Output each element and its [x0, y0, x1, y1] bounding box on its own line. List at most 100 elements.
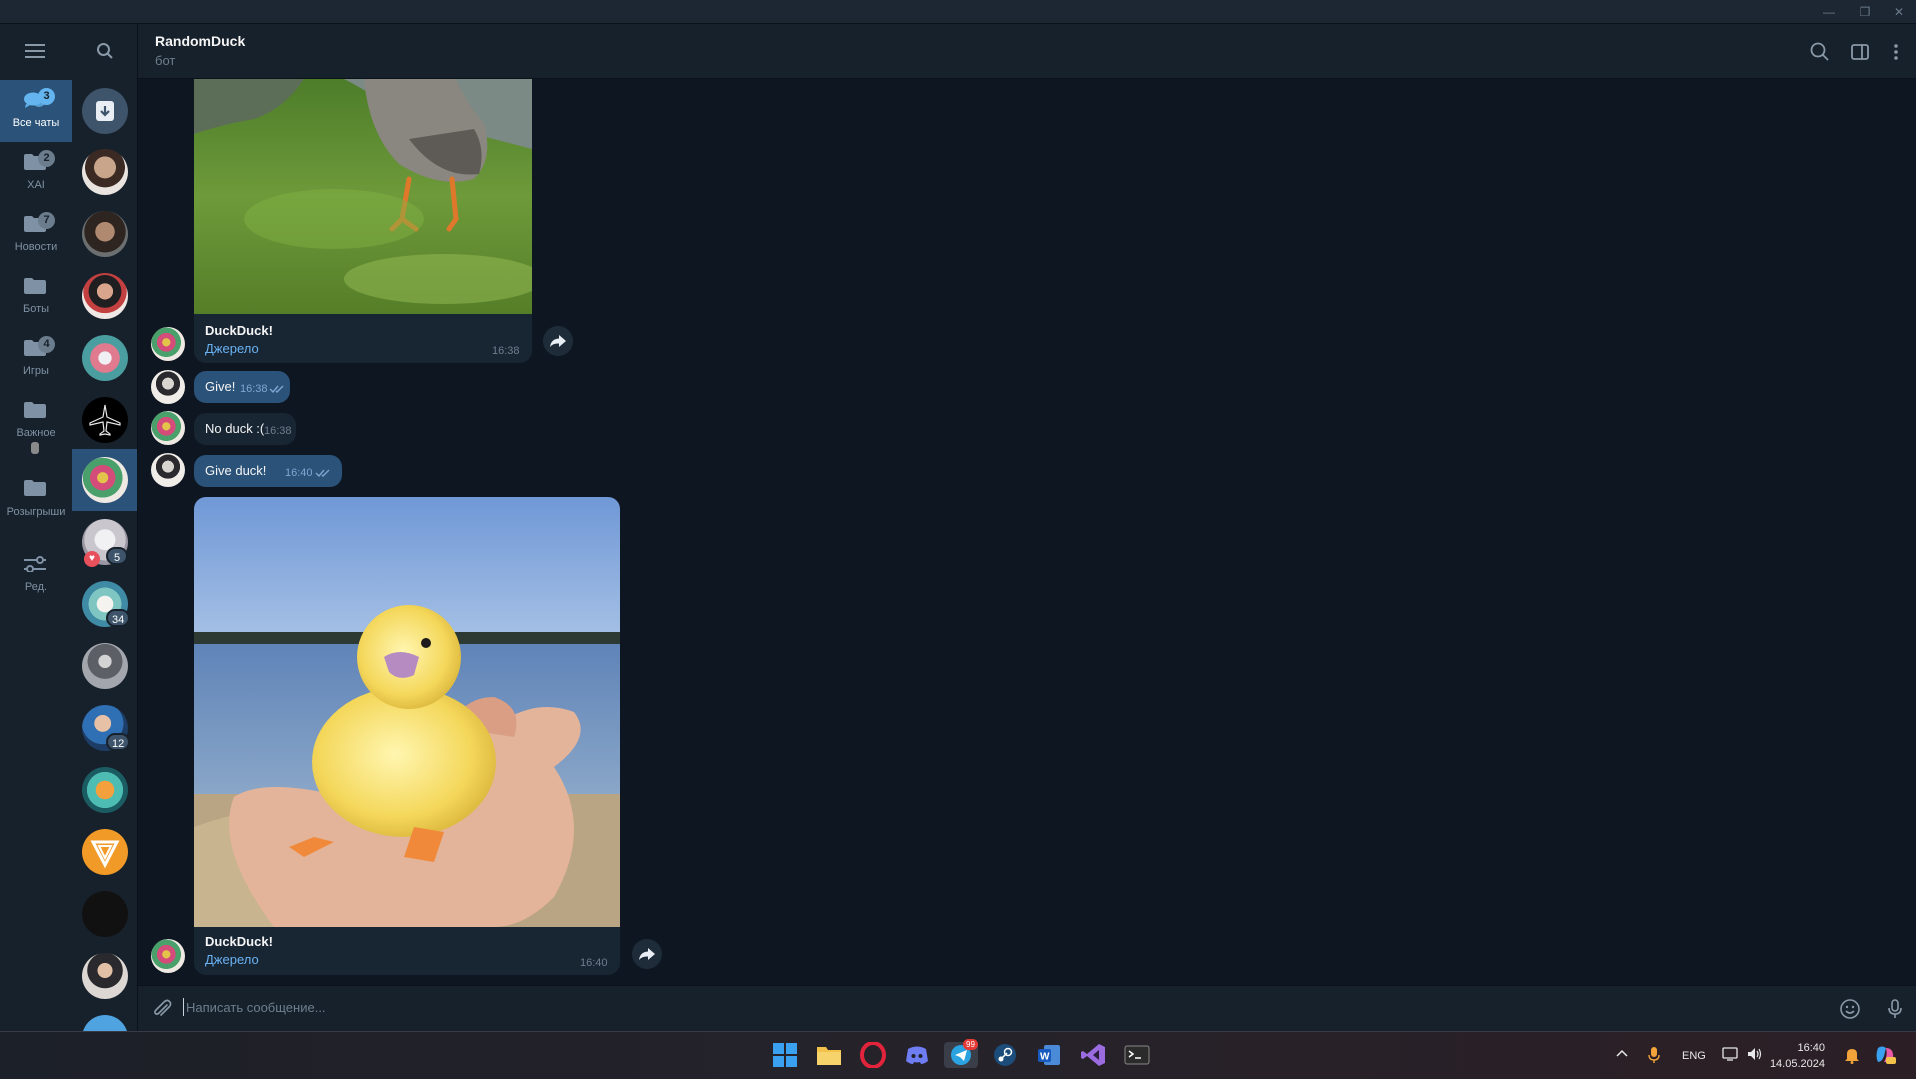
text-caret: [183, 998, 184, 1016]
user-avatar[interactable]: [151, 453, 185, 487]
folders-sidebar: 3 Все чаты 2 XAI 7 Новости Боты 4 Игры В…: [0, 24, 72, 1031]
folder-label: Важное: [16, 427, 56, 439]
caption-title: DuckDuck!: [205, 934, 273, 949]
discord-icon[interactable]: [904, 1042, 930, 1068]
chat-avatar[interactable]: [82, 767, 128, 813]
message-time: 16:38: [492, 345, 520, 357]
folder-label: Игры: [23, 365, 49, 377]
double-check-icon: [315, 469, 330, 478]
unread-badge: 5: [106, 547, 128, 565]
microphone-icon[interactable]: [1883, 997, 1907, 1021]
chat-avatar[interactable]: [82, 211, 128, 257]
forward-button[interactable]: [543, 326, 573, 356]
chat-avatar[interactable]: [82, 1015, 128, 1031]
microphone-tray-icon[interactable]: [1648, 1046, 1660, 1067]
message-text: Give duck!: [205, 463, 267, 478]
unread-badge: 34: [106, 609, 131, 627]
language-indicator[interactable]: ENG: [1682, 1050, 1706, 1062]
close-button[interactable]: ✕: [1884, 2, 1914, 22]
opera-icon[interactable]: [860, 1041, 886, 1069]
archive-chat[interactable]: [82, 88, 128, 134]
photo-message[interactable]: DuckDuck! Джерело 16:40: [194, 497, 620, 975]
forward-arrow-icon: [550, 335, 566, 347]
chat-avatar[interactable]: [82, 891, 128, 937]
chat-avatar[interactable]: [82, 149, 128, 195]
folder-news[interactable]: 7 Новости: [0, 204, 72, 266]
caption-title: DuckDuck!: [205, 323, 273, 338]
message-area[interactable]: DuckDuck! Джерело 16:38 Give! 16:38 No d…: [138, 79, 1916, 985]
chat-title[interactable]: RandomDuck: [155, 33, 245, 49]
incoming-message[interactable]: No duck :( 16:38: [194, 413, 296, 445]
bot-avatar[interactable]: [151, 939, 185, 973]
message-input[interactable]: Написать сообщение...: [186, 1000, 326, 1015]
clock-date[interactable]: 14.05.2024: [1769, 1058, 1825, 1070]
minimize-button[interactable]: —: [1814, 2, 1844, 22]
copilot-icon[interactable]: [1874, 1044, 1896, 1069]
terminal-icon[interactable]: [1124, 1042, 1150, 1068]
chat-avatar[interactable]: [82, 335, 128, 381]
chat-avatar-randomduck[interactable]: [82, 457, 128, 503]
chat-avatar[interactable]: [82, 643, 128, 689]
clock-time[interactable]: 16:40: [1779, 1042, 1825, 1054]
restore-button[interactable]: ❐: [1850, 2, 1880, 22]
duckling-photo[interactable]: [194, 497, 620, 927]
sidebar-toggle-icon[interactable]: [1848, 40, 1872, 64]
chat-avatar[interactable]: [82, 953, 128, 999]
telegram-taskbar-icon[interactable]: 99: [944, 1039, 978, 1068]
duck-photo[interactable]: [194, 79, 532, 314]
chat-header: RandomDuck бот: [138, 24, 1916, 79]
folder-bots[interactable]: Боты: [0, 266, 72, 328]
folder-games[interactable]: 4 Игры: [0, 328, 72, 390]
windows-start-icon[interactable]: [772, 1042, 798, 1068]
visual-studio-icon[interactable]: [1080, 1042, 1106, 1068]
folder-important[interactable]: Важное: [0, 390, 72, 460]
folder-icon: [24, 278, 46, 294]
outgoing-message[interactable]: Give! 16:38: [194, 371, 290, 403]
search-icon[interactable]: [1808, 40, 1832, 64]
folder-badge: 4: [38, 336, 55, 353]
word-icon[interactable]: W: [1036, 1042, 1062, 1068]
menu-icon[interactable]: [25, 44, 45, 58]
volume-icon[interactable]: [1746, 1046, 1764, 1065]
bot-avatar[interactable]: [151, 411, 185, 445]
user-avatar[interactable]: [151, 370, 185, 404]
search-icon[interactable]: [96, 42, 114, 60]
bot-avatar[interactable]: [151, 327, 185, 361]
folder-xai[interactable]: 2 XAI: [0, 142, 72, 204]
folder-badge: 3: [38, 88, 55, 105]
chat-subtitle: бот: [155, 53, 176, 68]
notification-bell-icon[interactable]: [1844, 1046, 1860, 1067]
sliders-icon: [24, 556, 46, 572]
file-explorer-icon[interactable]: [816, 1042, 842, 1068]
folder-icon: [24, 480, 46, 496]
message-time: 16:38: [240, 383, 268, 395]
source-link[interactable]: Джерело: [205, 952, 259, 967]
svg-text:W: W: [1040, 1052, 1050, 1063]
message-time: 16:38: [264, 425, 292, 437]
folder-label: Розыгрыши: [6, 506, 66, 518]
emoji-icon[interactable]: [1838, 997, 1862, 1021]
steam-icon[interactable]: [992, 1042, 1018, 1068]
chat-avatar[interactable]: [82, 273, 128, 319]
more-vertical-icon[interactable]: [1884, 40, 1908, 64]
folder-icon: [24, 402, 46, 418]
folder-label: XAI: [27, 179, 45, 191]
source-link[interactable]: Джерело: [205, 341, 259, 356]
folder-all-chats[interactable]: 3 Все чаты: [0, 80, 72, 142]
tray-chevron-icon[interactable]: [1616, 1048, 1628, 1061]
chat-avatar[interactable]: [82, 397, 128, 443]
forward-button[interactable]: [632, 939, 662, 969]
message-text: No duck :(: [205, 421, 265, 436]
folder-edit[interactable]: Ред.: [0, 544, 72, 606]
photo-message[interactable]: DuckDuck! Джерело 16:38: [194, 79, 532, 363]
telegram-notification-badge: 99: [963, 1039, 978, 1050]
pin-emoji-icon: [31, 442, 39, 454]
folder-giveaways[interactable]: Розыгрыши: [0, 466, 72, 538]
attach-icon[interactable]: [150, 997, 174, 1021]
window-titlebar: — ❐ ✕: [0, 0, 1916, 24]
chat-avatar[interactable]: [82, 829, 128, 875]
folder-badge: 2: [38, 150, 55, 167]
network-icon[interactable]: [1722, 1046, 1740, 1065]
outgoing-message[interactable]: Give duck! 16:40: [194, 455, 342, 487]
message-time: 16:40: [285, 467, 313, 479]
